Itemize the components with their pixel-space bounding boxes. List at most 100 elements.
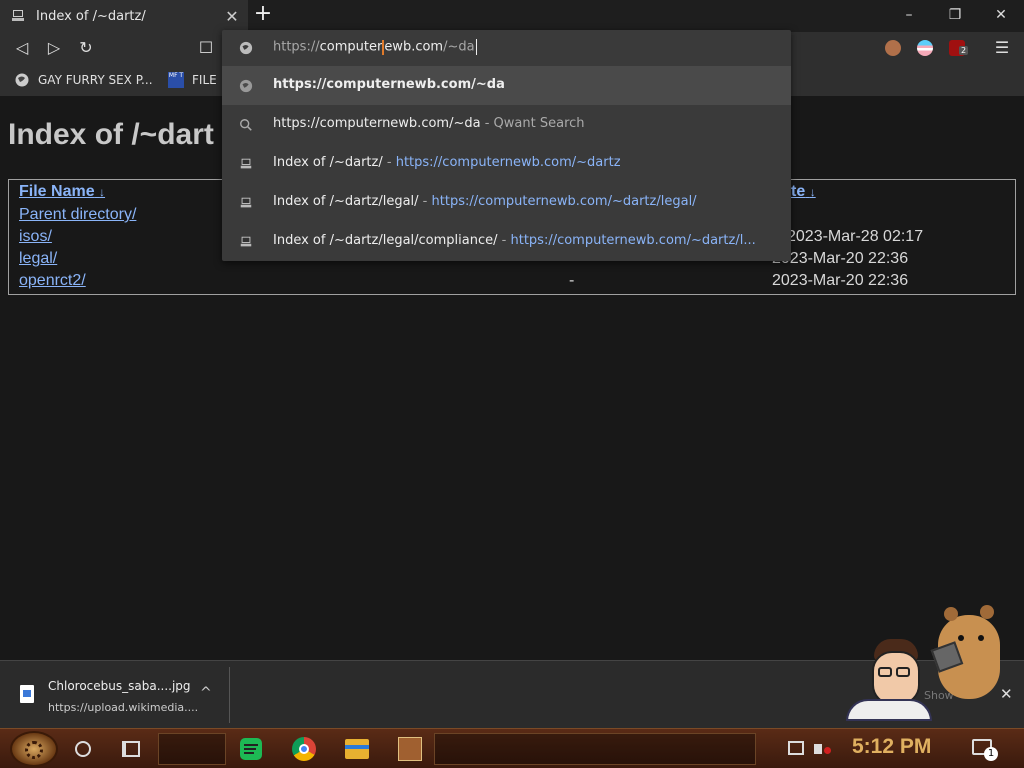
suggestion-text: Index of /~dartz/legal/ - https://comput… [273, 194, 781, 209]
suggestion-url: https://computernewb.com/~da [273, 77, 505, 92]
suggestion-separator: - [480, 116, 494, 131]
suggestion-query: https://computernewb.com/~da [273, 116, 481, 131]
suggestion-title: Index of /~dartz/legal/compliance/ [273, 233, 498, 248]
taskbar-clock[interactable]: 5:12 PM [852, 735, 931, 759]
url-scheme: https:// [273, 39, 320, 55]
hamster-sticker [930, 605, 1004, 709]
tab-strip: Index of /~dartz/ ✕ + – ❐ ✕ [0, 0, 1024, 32]
chevron-up-icon[interactable]: ^ [200, 685, 212, 701]
suggestion-separator: - [418, 194, 432, 209]
suggestion-url: https://computernewb.com/~dartz/l... [510, 233, 756, 248]
bookmark-item[interactable]: MF T FILE [168, 72, 217, 88]
text-caret [475, 39, 477, 55]
profile-avatar-icon[interactable] [885, 40, 901, 56]
search-provider: Qwant Search [493, 116, 585, 131]
screen: Index of /~dartz/ ✕ + – ❐ ✕ ◁ ▷ ↻ ☐ 2 ☰ … [0, 0, 1024, 768]
computer-favicon-icon [239, 195, 253, 209]
bookmark-item[interactable]: GAY FURRY SEX P... [14, 72, 153, 88]
tab-title: Index of /~dartz/ [36, 8, 146, 24]
notification-count-badge: 1 [984, 747, 998, 761]
tab-close-icon[interactable]: ✕ [222, 6, 242, 26]
network-icon[interactable] [788, 741, 804, 755]
reload-button[interactable]: ↻ [76, 38, 96, 58]
globe-icon [239, 78, 253, 93]
url-path-text: /~da [443, 39, 475, 55]
computer-favicon-icon [239, 156, 253, 170]
file-explorer-icon[interactable] [345, 739, 369, 759]
table-row-link[interactable]: isos/ [19, 228, 52, 246]
globe-icon [239, 40, 253, 59]
download-item[interactable]: Chlorocebus_saba....jpg https://upload.w… [0, 661, 228, 729]
mft-badge-icon: MF T [168, 72, 184, 88]
computer-favicon-icon [10, 8, 26, 24]
url-typed-text: ewb.com [384, 39, 444, 55]
table-row-size: - [569, 272, 575, 289]
table-row-date: 2023-Mar-20 22:36 [772, 272, 909, 289]
column-header-file-name[interactable]: File Name ↓ [19, 183, 105, 201]
table-row-link[interactable]: legal/ [19, 250, 57, 268]
tab-active[interactable]: Index of /~dartz/ ✕ [0, 0, 248, 32]
minimize-button[interactable]: – [886, 0, 932, 30]
ublock-count-badge: 2 [959, 46, 969, 55]
globe-icon [14, 72, 30, 88]
suggestion-separator: - [382, 155, 396, 170]
menu-button[interactable]: ☰ [992, 38, 1012, 58]
suggestion-separator: - [497, 233, 511, 248]
table-row-link[interactable]: openrct2/ [19, 272, 86, 290]
address-bar[interactable]: https://computer ewb.com/~da [222, 30, 791, 66]
suggestion-url: https://computernewb.com/~dartz/legal/ [431, 194, 697, 209]
forward-button[interactable]: ▷ [44, 38, 64, 58]
gear-icon [25, 741, 43, 759]
table-row-date: 2023-Mar-20 22:36 [772, 250, 909, 267]
page-title: Index of /~dart [8, 118, 214, 151]
omnibox-suggestion[interactable]: Index of /~dartz/legal/ - https://comput… [222, 183, 791, 222]
cartoon-man-sticker [846, 639, 932, 723]
sort-arrow-icon: ↓ [99, 185, 106, 199]
download-source: https://upload.wikimedia.... [48, 701, 199, 714]
maximize-button[interactable]: ❐ [932, 0, 978, 30]
computer-favicon-icon [239, 234, 253, 248]
omnibox-suggestion[interactable]: https://computernewb.com/~da - Qwant Sea… [222, 105, 791, 144]
suggestion-title: Index of /~dartz/legal/ [273, 194, 419, 209]
omnibox-suggestion[interactable]: Index of /~dartz/ - https://computernewb… [222, 144, 791, 183]
omnibox-suggestion[interactable]: Index of /~dartz/legal/compliance/ - htt… [222, 222, 791, 261]
divider [229, 667, 230, 723]
taskbar-slot [434, 733, 756, 765]
bookmark-label: GAY FURRY SEX P... [38, 73, 153, 87]
address-input[interactable]: https://computer ewb.com/~da [273, 39, 477, 55]
trans-flag-extension-icon[interactable] [917, 40, 933, 56]
suggestion-text: https://computernewb.com/~da - Qwant Sea… [273, 116, 781, 131]
url-typed-text: computer [319, 39, 383, 55]
app-icon[interactable] [398, 737, 422, 761]
download-filename: Chlorocebus_saba....jpg [48, 679, 191, 693]
suggestion-url: https://computernewb.com/~dartz [395, 155, 621, 170]
taskbar: 5:12 PM 1 [0, 728, 1024, 768]
omnibox-dropdown: https://computer ewb.com/~da https://comp… [222, 30, 791, 261]
suggestion-text: Index of /~dartz/legal/compliance/ - htt… [273, 233, 781, 248]
suggestion-title: Index of /~dartz/ [273, 155, 383, 170]
search-icon [239, 117, 253, 131]
taskbar-slot [158, 733, 226, 765]
column-header-label: te [791, 183, 806, 200]
cortana-icon[interactable] [75, 741, 91, 757]
task-view-icon[interactable] [122, 741, 140, 757]
new-tab-button[interactable]: + [252, 3, 274, 26]
back-button[interactable]: ◁ [12, 38, 32, 58]
download-bar: Chlorocebus_saba....jpg https://upload.w… [0, 605, 1024, 729]
start-button[interactable] [10, 731, 58, 767]
close-window-button[interactable]: ✕ [978, 0, 1024, 30]
image-file-icon [20, 685, 34, 703]
suggestion-text: Index of /~dartz/ - https://computernewb… [273, 155, 781, 170]
column-header-label: File Name [19, 183, 95, 200]
table-row-date: 2023-Mar-28 02:17 [787, 228, 924, 245]
omnibox-suggestion[interactable]: https://computernewb.com/~da [222, 66, 791, 105]
bookmark-star-button[interactable]: ☐ [196, 38, 216, 58]
chrome-icon[interactable] [292, 737, 316, 761]
volume-muted-icon[interactable] [814, 741, 832, 757]
table-row-link[interactable]: Parent directory/ [19, 206, 136, 224]
bookmark-label: FILE [192, 73, 217, 87]
ublock-origin-icon[interactable]: 2 [949, 40, 969, 56]
column-header-date[interactable]: te ↓ [791, 183, 816, 201]
spotify-icon[interactable] [240, 738, 262, 760]
notification-center-icon[interactable]: 1 [972, 739, 998, 761]
